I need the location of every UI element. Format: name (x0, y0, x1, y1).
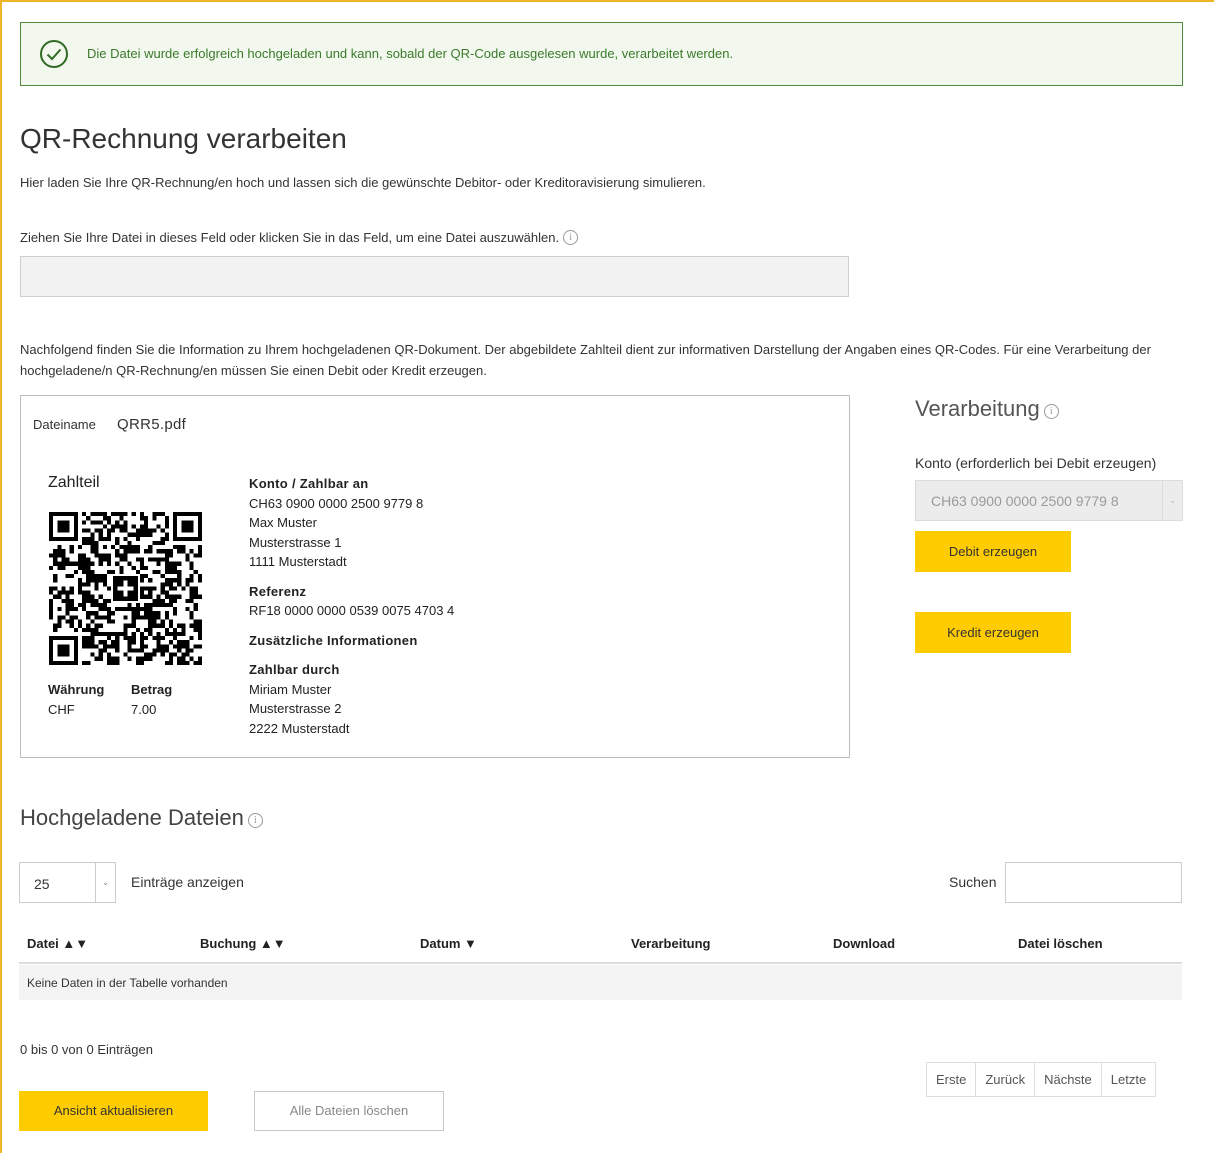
info-icon[interactable]: i (563, 230, 579, 245)
column-header-download: Download (833, 936, 896, 951)
amount-value: 7.00 (131, 702, 157, 717)
currency-value: CHF (48, 702, 75, 717)
search-input[interactable] (1005, 862, 1182, 903)
chevron-down-icon: ⌄ (95, 863, 115, 902)
check-circle-icon (40, 40, 68, 68)
payee-street: Musterstrasse 1 (249, 534, 342, 550)
filename-label: Dateiname (33, 417, 96, 432)
pager-next[interactable]: Nächste (1034, 1063, 1101, 1096)
payee-name: Max Muster (249, 515, 317, 530)
dropzone-label: Ziehen Sie Ihre Datei in dieses Feld ode… (20, 230, 579, 245)
delete-all-files-button[interactable]: Alle Dateien löschen (254, 1091, 444, 1131)
pager-first[interactable]: Erste (927, 1063, 975, 1096)
payee-city: 1111 Musterstadt (249, 554, 347, 569)
uploaded-files-title: Hochgeladene Dateien i (20, 805, 263, 831)
info-text: Nachfolgend finden Sie die Information z… (20, 342, 1151, 378)
debit-button[interactable]: Debit erzeugen (915, 531, 1071, 572)
account-select: CH63 0900 0000 2500 9779 8 ⌄ (915, 480, 1183, 521)
qr-code-image (49, 512, 202, 665)
account-select-value: CH63 0900 0000 2500 9779 8 (931, 493, 1119, 509)
account-iban: CH63 0900 0000 2500 9779 8 (249, 495, 424, 511)
column-header-datei[interactable]: Datei ▲▼ (27, 936, 88, 951)
page-length-label: Einträge anzeigen (131, 874, 244, 890)
processing-title: Verarbeitung i (915, 396, 1059, 422)
table-count-info: 0 bis 0 von 0 Einträgen (20, 1042, 153, 1057)
page-intro: Hier laden Sie Ihre QR-Rechnung/en hoch … (20, 175, 706, 190)
column-header-buchung[interactable]: Buchung ▲▼ (200, 936, 286, 951)
account-heading: Konto / Zahlbar an (249, 476, 369, 491)
alert-message: Die Datei wurde erfolgreich hochgeladen … (87, 46, 734, 61)
uploaded-files-title-text: Hochgeladene Dateien (20, 805, 244, 830)
payer-street: Musterstrasse 2 (249, 701, 342, 716)
column-header-verarbeitung: Verarbeitung (631, 936, 711, 951)
reference-heading: Referenz (249, 583, 307, 599)
table-empty-row: Keine Daten in der Tabelle vorhanden (19, 965, 1182, 1000)
file-dropzone[interactable] (20, 256, 849, 297)
chevron-down-icon: ⌄ (1162, 481, 1182, 520)
search-label: Suchen (949, 874, 997, 890)
payment-details: Konto / Zahlbar an CH63 0900 0000 2500 9… (249, 474, 454, 738)
payer-city: 2222 Musterstadt (249, 720, 350, 736)
payment-part-title: Zahlteil (48, 474, 100, 491)
column-header-delete: Datei löschen (1018, 936, 1103, 951)
credit-button[interactable]: Kredit erzeugen (915, 612, 1071, 653)
additional-info-heading: Zusätzliche Informationen (249, 632, 418, 648)
payer-heading: Zahlbar durch (249, 662, 340, 677)
pager-last[interactable]: Letzte (1100, 1063, 1155, 1096)
pagination: Erste Zurück Nächste Letzte (926, 1062, 1157, 1097)
info-icon[interactable]: i (247, 813, 263, 828)
dropzone-label-text: Ziehen Sie Ihre Datei in dieses Feld ode… (20, 230, 560, 245)
processing-title-text: Verarbeitung (915, 396, 1040, 421)
payment-part-panel: Dateiname QRR5.pdf Zahlteil Währung Betr… (20, 395, 850, 758)
success-alert: Die Datei wurde erfolgreich hochgeladen … (20, 22, 1183, 86)
info-icon[interactable]: i (1043, 404, 1059, 419)
page-length-value: 25 (34, 876, 50, 892)
reference-value: RF18 0000 0000 0539 0075 4703 4 (249, 603, 455, 618)
page-length-select[interactable]: 25 ⌄ (19, 862, 116, 903)
files-table-header: Datei ▲▼ Buchung ▲▼ Datum ▼ Verarbeitung… (19, 926, 1182, 964)
pager-previous[interactable]: Zurück (975, 1063, 1034, 1096)
refresh-view-button[interactable]: Ansicht aktualisieren (19, 1091, 208, 1131)
payer-name: Miriam Muster (249, 681, 332, 697)
account-select-label: Konto (erforderlich bei Debit erzeugen) (915, 455, 1157, 471)
filename: QRR5.pdf (117, 416, 187, 433)
amount-label: Betrag (131, 682, 173, 697)
page-title: QR-Rechnung verarbeiten (20, 123, 347, 154)
currency-label: Währung (48, 682, 105, 697)
column-header-datum[interactable]: Datum ▼ (420, 936, 477, 951)
